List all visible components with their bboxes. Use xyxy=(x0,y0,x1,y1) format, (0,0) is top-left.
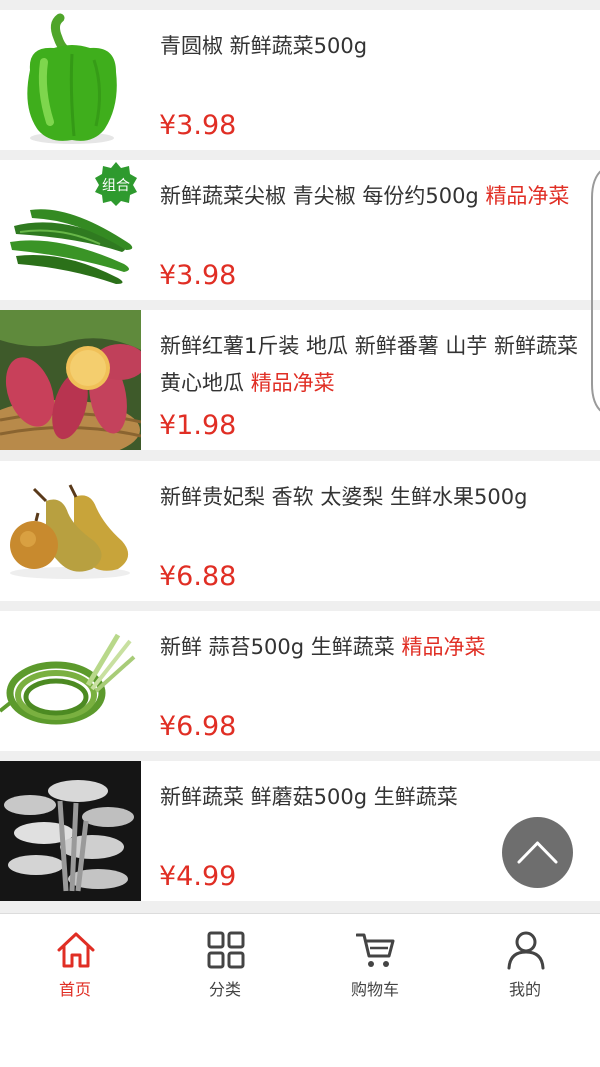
bottom-tab-bar: 首页 分类 购物车 我的 xyxy=(0,913,600,1067)
tab-label: 我的 xyxy=(508,980,541,999)
product-title[interactable]: 新鲜红薯1斤装 地瓜 新鲜番薯 山芋 新鲜蔬菜 黄心地瓜 精品净菜 xyxy=(160,328,585,402)
product-item[interactable]: 青圆椒 新鲜蔬菜500g ¥3.98 xyxy=(0,10,600,150)
product-image-garlic-scapes[interactable] xyxy=(0,611,141,751)
product-price: ¥6.98 xyxy=(159,711,237,742)
tab-label: 分类 xyxy=(208,980,241,999)
product-title[interactable]: 新鲜蔬菜 鲜蘑菇500g 生鲜蔬菜 xyxy=(160,779,585,816)
product-item[interactable]: 新鲜贵妃梨 香软 太婆梨 生鲜水果500g ¥6.88 xyxy=(0,461,600,601)
product-item[interactable]: 新鲜蔬菜尖椒 青尖椒 每份约500g 精品净菜 ¥3.98 xyxy=(0,160,600,300)
product-item[interactable]: 新鲜 蒜苔500g 生鲜蔬菜 精品净菜 ¥6.98 xyxy=(0,611,600,751)
chevron-up-icon xyxy=(517,841,558,864)
tab-label: 首页 xyxy=(58,980,91,999)
product-tag: 精品净菜 xyxy=(250,371,335,395)
product-image-bell-pepper[interactable] xyxy=(0,10,141,150)
tab-label: 购物车 xyxy=(350,980,399,999)
combo-badge-label: 组合 xyxy=(102,178,130,194)
combo-badge: 组合 xyxy=(94,162,138,206)
grid-icon xyxy=(207,931,245,969)
product-title[interactable]: 青圆椒 新鲜蔬菜500g xyxy=(160,28,585,65)
product-image-sweet-potatoes[interactable] xyxy=(0,310,141,450)
product-image-pears[interactable] xyxy=(0,461,141,601)
product-price: ¥3.98 xyxy=(159,110,237,141)
product-price: ¥1.98 xyxy=(159,410,237,441)
product-item[interactable]: 新鲜红薯1斤装 地瓜 新鲜番薯 山芋 新鲜蔬菜 黄心地瓜 精品净菜 ¥1.98 xyxy=(0,310,600,450)
cart-icon xyxy=(356,933,395,967)
product-tag: 精品净菜 xyxy=(485,184,570,208)
product-list: 青圆椒 新鲜蔬菜500g ¥3.98 新鲜蔬菜尖椒 青尖椒 每份约500g 精品… xyxy=(0,0,600,913)
tab-profile[interactable]: 我的 xyxy=(450,914,600,1004)
home-icon xyxy=(57,932,95,968)
product-title[interactable]: 新鲜蔬菜尖椒 青尖椒 每份约500g 精品净菜 xyxy=(160,178,585,215)
scroll-to-top-button[interactable] xyxy=(502,817,573,888)
product-title[interactable]: 新鲜贵妃梨 香软 太婆梨 生鲜水果500g xyxy=(160,479,585,516)
scroll-edge-indicator xyxy=(591,170,600,412)
product-title[interactable]: 新鲜 蒜苔500g 生鲜蔬菜 精品净菜 xyxy=(160,629,585,666)
product-price: ¥4.99 xyxy=(159,861,237,892)
tab-cart[interactable]: 购物车 xyxy=(300,914,450,1004)
user-icon xyxy=(507,931,545,970)
product-price: ¥6.88 xyxy=(159,561,237,592)
product-image-oyster-mushrooms[interactable] xyxy=(0,761,141,901)
product-tag: 精品净菜 xyxy=(401,635,486,659)
tab-category[interactable]: 分类 xyxy=(150,914,300,1004)
product-price: ¥3.98 xyxy=(159,260,237,291)
tab-home[interactable]: 首页 xyxy=(0,914,150,1004)
